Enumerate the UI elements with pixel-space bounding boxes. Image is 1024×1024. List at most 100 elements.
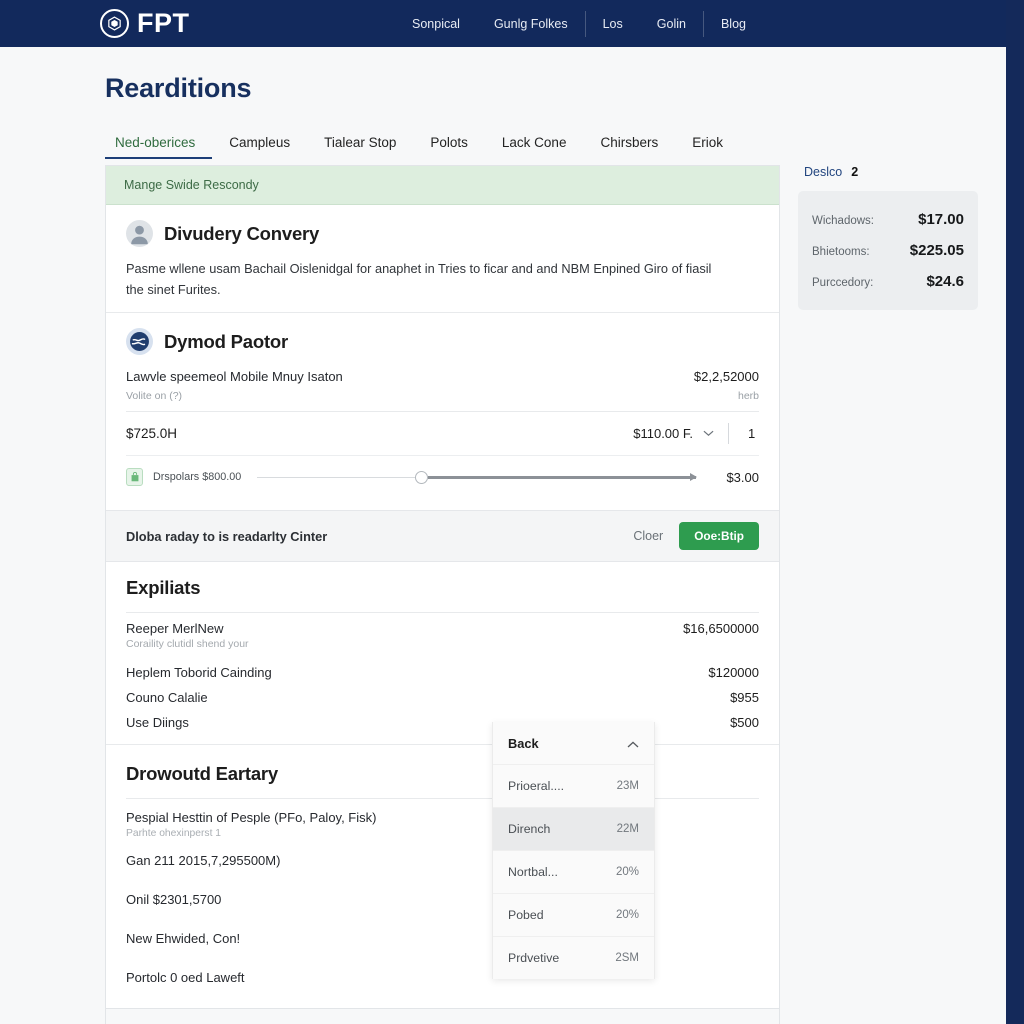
delivery-body: Pasme wllene usam Bachail Oislenidgal fo… bbox=[126, 261, 712, 297]
dropdown-option-value: 20% bbox=[615, 866, 639, 878]
payment-item-amount: $2,2,52000 bbox=[693, 369, 759, 385]
dropdown-option-value: 20% bbox=[615, 909, 639, 921]
footer-action-bar: Play a Euplened Shope Ful mbbet Foure ho… bbox=[106, 1008, 779, 1024]
slider-track-right bbox=[428, 473, 698, 481]
dropdown-option-label: Dirench bbox=[508, 822, 551, 836]
dropdown-option-label: Prioeral.... bbox=[508, 779, 565, 793]
expiliats-list: Reeper MerlNew $16,6500000 Coraility clu… bbox=[126, 613, 759, 732]
tab-polots[interactable]: Polots bbox=[413, 135, 485, 159]
browser-viewport: FPT Sonpical Gunlg Folkes Los Golin Blog… bbox=[0, 0, 1006, 1024]
delivery-header: Divudery Convery bbox=[126, 220, 759, 247]
droblock-section: Drowoutd Eartary Pespial Hesttin of Pesp… bbox=[106, 744, 779, 1008]
nav-link-gunlg-folkes[interactable]: Gunlg Folkes bbox=[477, 0, 585, 47]
droblock-item-label: Pespial Hesttin of Pesple (PFo, Paloy, F… bbox=[126, 810, 377, 826]
summary-key: Wichadows: bbox=[812, 215, 874, 227]
slider-knob[interactable] bbox=[415, 470, 429, 484]
close-link[interactable]: Cloer bbox=[633, 529, 663, 543]
list-item: Couno Calalie $955 bbox=[126, 682, 759, 707]
expiliats-item-label: Reeper MerlNew bbox=[126, 621, 224, 637]
globe-avatar-icon bbox=[126, 328, 153, 356]
tab-bar: Ned-oberices Campleus Tialear Stop Polot… bbox=[105, 126, 1006, 159]
discount-slider-label: Drspolars $800.00 bbox=[153, 471, 242, 484]
droblock-item-sub: Parhte ohexinperst 1 bbox=[126, 828, 222, 840]
chevron-up-icon[interactable] bbox=[627, 740, 639, 748]
sidebar-link-count: 2 bbox=[851, 165, 859, 179]
droblock-title: Drowoutd Eartary bbox=[126, 763, 279, 785]
tab-lack-cone[interactable]: Lack Cone bbox=[485, 135, 584, 159]
dropdown-option[interactable]: Nortbal... 20% bbox=[493, 850, 654, 893]
dropdown-option-value: 22M bbox=[616, 823, 639, 835]
slider-track-left bbox=[257, 476, 416, 479]
dropdown-header[interactable]: Back bbox=[493, 722, 654, 764]
summary-row: Purccedory: $24.6 bbox=[812, 266, 964, 297]
dropdown-option-value: 23M bbox=[616, 780, 639, 792]
chevron-down-icon bbox=[703, 431, 714, 437]
payment-variant-value: $110.00 F. bbox=[633, 426, 693, 442]
quantity-stepper[interactable]: 1 bbox=[729, 426, 759, 441]
nav-links: Sonpical Gunlg Folkes Los Golin Blog bbox=[395, 0, 763, 47]
summary-value: $225.05 bbox=[909, 242, 964, 259]
dropdown-option-label: Pobed bbox=[508, 908, 544, 922]
expiliats-item-label: Heplem Toborid Cainding bbox=[126, 665, 272, 681]
tab-eriok[interactable]: Eriok bbox=[675, 135, 740, 159]
user-avatar-icon bbox=[126, 220, 153, 247]
tab-ned-oberices[interactable]: Ned-oberices bbox=[105, 135, 213, 159]
action-bar-controls: Cloer Ooe:Btip bbox=[633, 522, 759, 551]
expiliats-item-amount: $500 bbox=[730, 715, 759, 731]
dropdown-option[interactable]: Prioeral.... 23M bbox=[493, 764, 654, 807]
payment-item-row: Lawvle speemeol Mobile Mnuy Isaton $2,2,… bbox=[126, 367, 759, 384]
nav-link-blog[interactable]: Blog bbox=[704, 0, 763, 47]
payment-item-subrow: Volite on (?) herb bbox=[126, 384, 759, 402]
tab-campleus[interactable]: Campleus bbox=[212, 135, 307, 159]
payment-header: Dymod Paotor bbox=[126, 328, 759, 356]
sidebar-link-label: Deslco bbox=[804, 165, 843, 179]
options-dropdown[interactable]: Back Prioeral.... 23M Dirench 22M Nortba… bbox=[492, 722, 655, 979]
droblock-item-label: Portolc 0 oed Laweft bbox=[126, 970, 245, 986]
summary-value: $17.00 bbox=[918, 211, 964, 228]
payment-controls: $110.00 F. 1 bbox=[633, 423, 759, 445]
expiliats-item-amount: $120000 bbox=[708, 665, 759, 681]
dropdown-option-selected[interactable]: Dirench 22M bbox=[493, 807, 654, 850]
action-bar-text: Dloba raday to is readarlty Cinter bbox=[126, 528, 328, 544]
payment-section: Dymod Paotor Lawvle speemeol Mobile Mnuy… bbox=[106, 313, 779, 510]
expiliats-item-amount: $955 bbox=[730, 690, 759, 706]
tab-tialear-stop[interactable]: Tialear Stop bbox=[307, 135, 413, 159]
status-banner: Mange Swide Rescondy bbox=[106, 166, 779, 205]
payment-item-sub-left: Volite on (?) bbox=[126, 390, 183, 403]
expiliats-title: Expiliats bbox=[126, 577, 201, 599]
payment-option-row: $725.0H $110.00 F. 1 bbox=[126, 411, 759, 455]
payment-variant-select[interactable]: $110.00 F. bbox=[633, 426, 728, 441]
list-item: Heplem Toborid Cainding $120000 bbox=[126, 657, 759, 682]
tag-icon bbox=[126, 468, 143, 487]
dropdown-option-value: 2SM bbox=[615, 952, 639, 964]
expiliats-item-sub: Coraility clutidl shend your bbox=[126, 638, 249, 651]
expiliats-item-label: Use Diings bbox=[126, 715, 189, 731]
page-title: Rearditions bbox=[105, 73, 252, 103]
nav-link-golin[interactable]: Golin bbox=[640, 0, 703, 47]
top-navigation-bar: FPT Sonpical Gunlg Folkes Los Golin Blog bbox=[0, 0, 1006, 47]
apply-button[interactable]: Ooe:Btip bbox=[679, 522, 759, 551]
payment-title: Dymod Paotor bbox=[164, 330, 289, 352]
dropdown-option-label: Nortbal... bbox=[508, 865, 558, 879]
nav-link-sonpical[interactable]: Sonpical bbox=[395, 0, 477, 47]
tab-chirsbers[interactable]: Chirsbers bbox=[583, 135, 675, 159]
expiliats-section: Expiliats Reeper MerlNew $16,6500000 Cor… bbox=[106, 562, 779, 744]
dropdown-option[interactable]: Prdvetive 2SM bbox=[493, 936, 654, 979]
discount-slider-value: $3.00 bbox=[726, 469, 759, 485]
dropdown-option[interactable]: Pobed 20% bbox=[493, 893, 654, 936]
summary-row: Wichadows: $17.00 bbox=[812, 204, 964, 235]
brand-logo[interactable]: FPT bbox=[100, 9, 190, 38]
nav-link-los[interactable]: Los bbox=[586, 0, 640, 47]
discount-slider[interactable] bbox=[251, 470, 702, 484]
summary-value: $24.6 bbox=[926, 273, 964, 290]
expiliats-item-amount: $16,6500000 bbox=[683, 621, 759, 637]
main-panel: Mange Swide Rescondy Divudery Convery Pa… bbox=[105, 165, 780, 1024]
discount-slider-row: Drspolars $800.00 $3.00 bbox=[126, 455, 759, 498]
summary-row: Bhietooms: $225.05 bbox=[812, 235, 964, 266]
droblock-item-label: New Ehwided, Con! bbox=[126, 931, 241, 947]
brand-name: FPT bbox=[137, 8, 190, 38]
delivery-title: Divudery Convery bbox=[164, 222, 320, 244]
sidebar-link-deslco[interactable]: Deslco 2 bbox=[798, 165, 978, 191]
list-item: Use Diings $500 bbox=[126, 707, 759, 732]
page-root: FPT Sonpical Gunlg Folkes Los Golin Blog… bbox=[0, 0, 1024, 1024]
